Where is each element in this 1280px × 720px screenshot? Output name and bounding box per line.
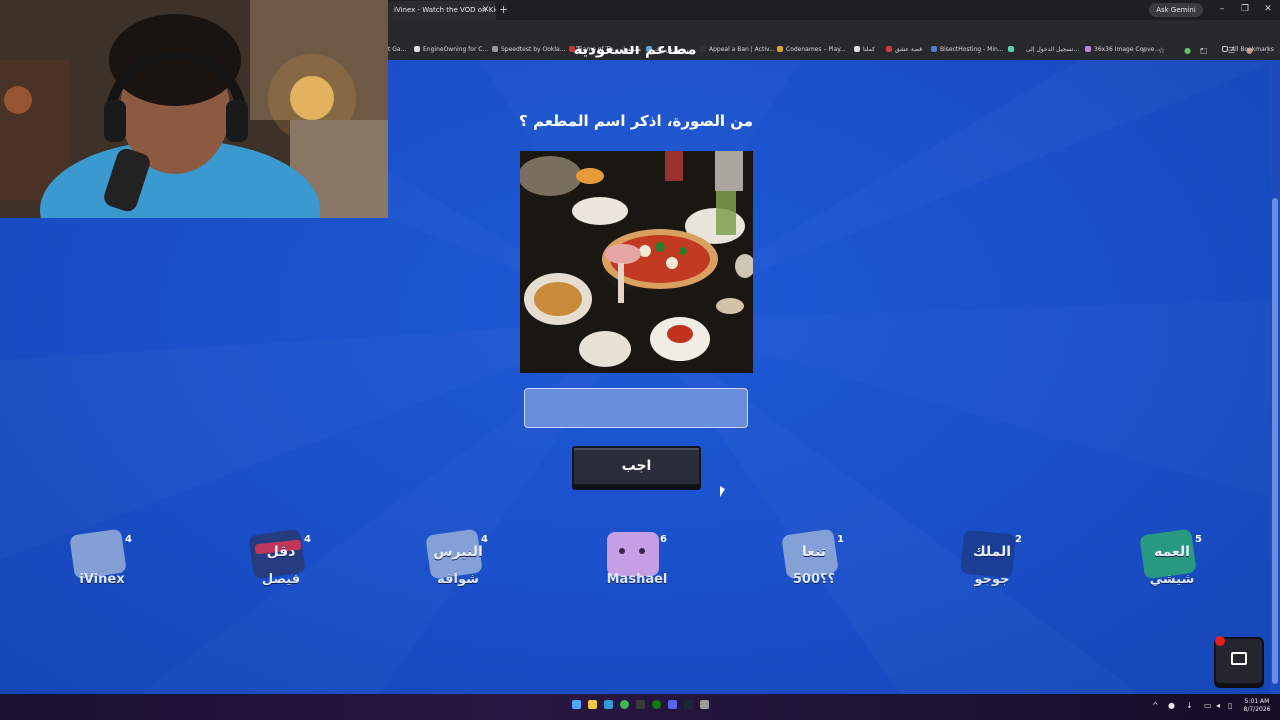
player-card: العمه شيشي 5 xyxy=(1132,528,1212,594)
bookmark-item[interactable]: تسجيل الدخول إلى... xyxy=(1026,44,1079,56)
microphone-icon[interactable]: ● xyxy=(1168,701,1175,711)
steam-icon[interactable] xyxy=(684,700,693,709)
mouse-cursor-icon xyxy=(720,486,725,497)
bookmark-item[interactable] xyxy=(1008,44,1017,56)
submit-answer-button[interactable]: اجب xyxy=(572,446,701,486)
ask-gemini-label: Ask Gemini xyxy=(1156,6,1196,14)
screen: iVinex - Watch the VOD on Kick ✕ + Ask G… xyxy=(0,0,1280,720)
player-tag-word: النيرس xyxy=(433,544,483,560)
player-name: 500؟؟ xyxy=(792,572,836,587)
app-icon[interactable] xyxy=(636,700,645,709)
file-explorer-icon[interactable] xyxy=(588,700,597,709)
minimize-icon[interactable]: – xyxy=(1214,2,1230,16)
maximize-icon[interactable]: ❐ xyxy=(1237,2,1253,16)
player-name: جوجو xyxy=(974,572,1010,587)
player-name: iVinex xyxy=(79,572,125,587)
tab-title: iVinex - Watch the VOD on Kick xyxy=(394,6,496,14)
player-card: النيرس شواقه 4 xyxy=(418,528,498,594)
discord-icon[interactable] xyxy=(668,700,677,709)
notification-dot xyxy=(1215,636,1225,646)
browser-tab[interactable]: iVinex - Watch the VOD on Kick xyxy=(388,1,496,20)
network-icon[interactable]: ▭ xyxy=(1204,701,1212,711)
clock-date: 8/7/2026 xyxy=(1243,706,1271,713)
player-card: Mashael 6 xyxy=(597,528,677,594)
restaurant-photo xyxy=(520,151,753,373)
player-card: الملك جوجو 2 xyxy=(952,528,1032,594)
avatar-eye-icon xyxy=(619,548,625,554)
player-name: شيشي xyxy=(1149,572,1195,587)
player-score: 2 xyxy=(1015,534,1022,545)
player-name: فيصل xyxy=(261,572,301,587)
player-card: تنغا 500؟؟ 1 xyxy=(774,528,854,594)
question-text: من الصورة، اذكر اسم المطعم ؟ xyxy=(519,112,753,130)
taskbar-clock[interactable]: 5:01 AM 8/7/2026 xyxy=(1240,698,1274,714)
player-card: دقل فيصل 4 xyxy=(241,528,321,594)
player-tag-word: العمه xyxy=(1154,544,1190,560)
player-card: iVinex 4 xyxy=(62,528,142,594)
avatar-eye-icon xyxy=(639,548,645,554)
player-score: 4 xyxy=(481,534,488,545)
xbox-icon[interactable] xyxy=(652,700,661,709)
player-name: Mashael xyxy=(606,572,668,587)
player-score: 6 xyxy=(660,534,667,545)
bookmark-item[interactable]: Codenames – Play... xyxy=(777,44,846,56)
player-tag-word: الملك xyxy=(972,544,1012,560)
edge-icon[interactable] xyxy=(604,700,613,709)
bookmark-item[interactable]: Appeal a Ban | Activ... xyxy=(700,44,775,56)
player-name: شواقه xyxy=(437,572,479,587)
webcam-overlay xyxy=(0,0,388,218)
download-icon[interactable]: ↓ xyxy=(1186,701,1193,711)
tray-chevron-icon[interactable]: ^ xyxy=(1152,701,1159,711)
clock-time: 5:01 AM xyxy=(1244,698,1270,705)
player-tag-word: دقل xyxy=(266,544,296,560)
bookmark-item[interactable]: Speedtest by Ookla... xyxy=(492,44,565,56)
new-tab-icon[interactable]: + xyxy=(499,3,508,17)
bookmark-item[interactable]: 36x36 Image Conve... xyxy=(1085,44,1160,56)
volume-icon[interactable]: ◂ xyxy=(1216,701,1220,711)
bookmarks-more-icon[interactable]: » xyxy=(1200,44,1204,56)
bookmark-item[interactable]: t Ga... xyxy=(388,44,406,56)
player-score: 5 xyxy=(1195,534,1202,545)
chrome-icon[interactable] xyxy=(620,700,629,709)
player-score: 4 xyxy=(125,534,132,545)
category-title: مطاعم السعودية xyxy=(573,46,697,58)
player-tag-word: تنغا xyxy=(801,544,827,560)
all-bookmarks[interactable]: All Bookmarks xyxy=(1222,44,1274,56)
scrollbar-thumb[interactable] xyxy=(1272,198,1278,684)
answer-input[interactable] xyxy=(524,388,748,428)
start-icon[interactable] xyxy=(572,700,581,709)
bookmark-item[interactable]: قصة عشق xyxy=(886,44,922,56)
bookmarks-bar: t Ga... EngineOwning for C... Speedtest … xyxy=(388,44,1280,56)
player-score: 1 xyxy=(837,534,844,545)
tab-close-icon[interactable]: ✕ xyxy=(482,4,490,16)
ask-gemini-button[interactable]: Ask Gemini xyxy=(1149,3,1203,17)
window-close-icon[interactable]: ✕ xyxy=(1260,2,1276,16)
battery-icon[interactable]: ▯ xyxy=(1228,701,1232,711)
bookmark-item[interactable]: كملنا xyxy=(854,44,875,56)
bookmark-item[interactable]: EngineOwning for C... xyxy=(414,44,488,56)
chat-icon xyxy=(1231,652,1247,665)
app-icon[interactable] xyxy=(700,700,709,709)
player-score: 4 xyxy=(304,534,311,545)
player-avatar xyxy=(607,532,659,576)
bookmark-item[interactable]: BisectHosting - Min... xyxy=(931,44,1004,56)
